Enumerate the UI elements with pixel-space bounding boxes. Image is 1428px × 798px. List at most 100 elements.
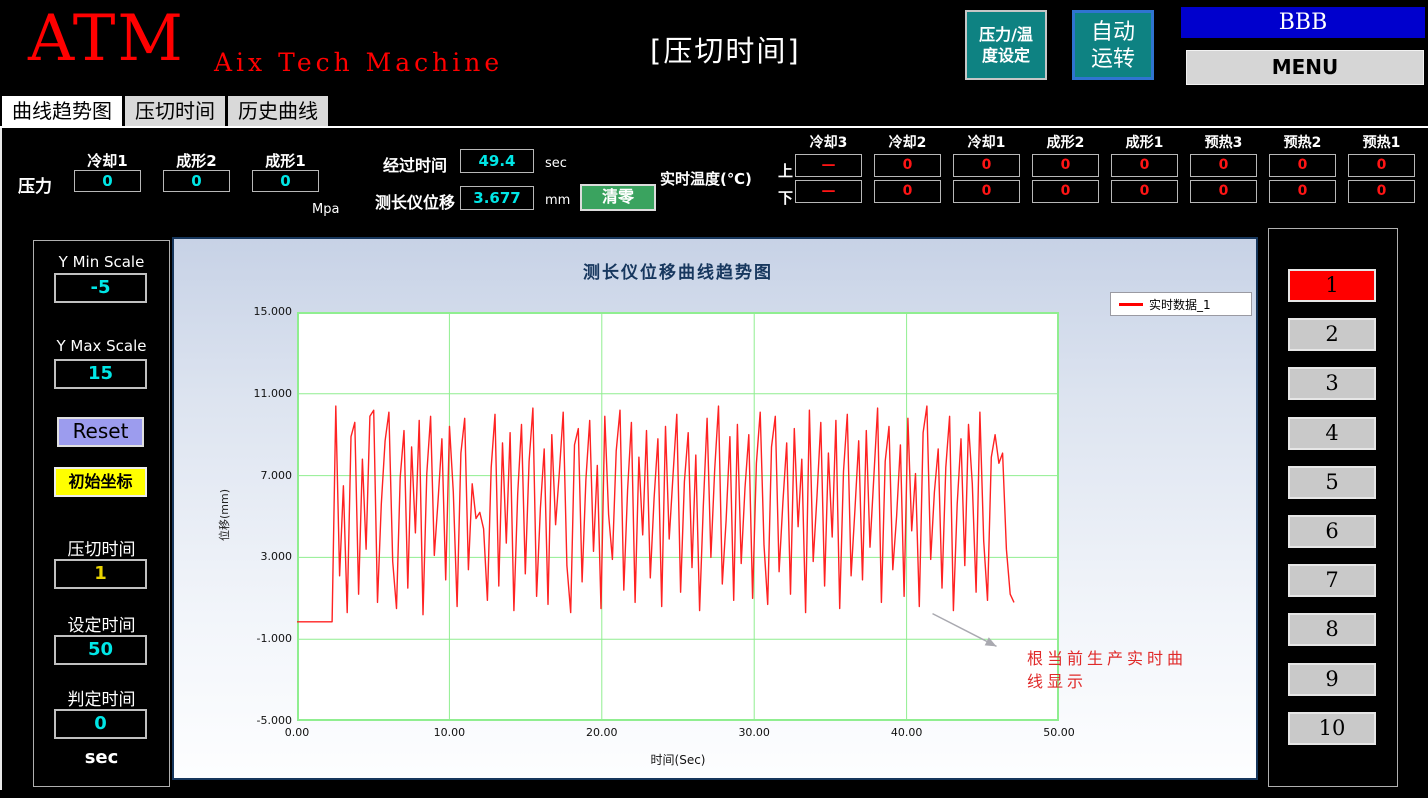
chart-annotation: 根当前生产实时曲 线显示 <box>1027 647 1227 693</box>
temp-column-label: 冷却2 <box>874 132 941 151</box>
auto-run-button[interactable]: 自动 运转 <box>1072 10 1154 80</box>
tab-history-curve[interactable]: 历史曲线 <box>228 96 328 126</box>
temp-top-field: 0 <box>1348 154 1415 177</box>
temperature-table: 冷却3——冷却200冷却100成形200成形100预热300预热200预热100 <box>795 132 1415 203</box>
temp-top-field: 0 <box>1269 154 1336 177</box>
temp-top-field: 0 <box>1190 154 1257 177</box>
curve-select-button-2[interactable]: 2 <box>1288 318 1376 351</box>
temp-column: 冷却200 <box>874 132 941 203</box>
temp-column-label: 预热3 <box>1190 132 1257 151</box>
chart-legend: 实时数据_1 <box>1110 292 1252 316</box>
pressure-field-label: 冷却1 <box>74 150 141 168</box>
set-time-label: 设定时间 <box>34 611 169 636</box>
tab-press-cut-time[interactable]: 压切时间 <box>125 96 225 126</box>
temp-top-field: 0 <box>1111 154 1178 177</box>
tab-bar: 曲线趋势图压切时间历史曲线 <box>2 96 328 126</box>
pressure-block: 压力 冷却10成形20成形10 <box>18 150 319 197</box>
reset-button[interactable]: Reset <box>57 417 144 447</box>
x-axis-title: 时间(Sec) <box>578 751 778 768</box>
bottom-strip <box>0 790 1428 798</box>
y-min-scale-field[interactable]: -5 <box>54 273 147 303</box>
curve-select-button-1[interactable]: 1 <box>1288 269 1376 302</box>
temp-column-label: 冷却1 <box>953 132 1020 151</box>
seconds-unit-label: sec <box>34 747 169 768</box>
bbb-button[interactable]: BBB <box>1181 7 1425 38</box>
temp-column: 冷却100 <box>953 132 1020 203</box>
temp-bottom-field: — <box>795 180 862 203</box>
pressure-column: 成形10 <box>252 150 319 197</box>
displacement-unit: mm <box>545 193 570 208</box>
trend-chart-panel: 测长仪位移曲线趋势图 位移(mm) 时间(Sec) 实时数据_1 根当前生产实时… <box>172 237 1258 780</box>
temp-column-label: 预热1 <box>1348 132 1415 151</box>
temp-bottom-field: 0 <box>953 180 1020 203</box>
annotation-line1: 根当前生产实时曲 <box>1027 647 1227 670</box>
temp-bottom-field: 0 <box>1032 180 1099 203</box>
temp-column: 预热200 <box>1269 132 1336 203</box>
temp-bottom-field: 0 <box>1269 180 1336 203</box>
temp-top-field: 0 <box>874 154 941 177</box>
curve-select-button-4[interactable]: 4 <box>1288 417 1376 450</box>
pressure-value-field: 0 <box>252 170 319 192</box>
annotation-line2: 线显示 <box>1027 670 1227 693</box>
temp-column: 成形2 0 0 <box>1032 132 1099 203</box>
temp-column-label: 成形1 <box>1111 132 1178 151</box>
temp-row-top-label: 上 <box>778 160 793 181</box>
y-tick-label: 3.000 <box>230 550 292 563</box>
y-min-scale-label: Y Min Scale <box>34 253 169 271</box>
app-logo: ATM <box>28 2 185 76</box>
pressure-label: 压力 <box>18 172 52 197</box>
y-max-scale-field[interactable]: 15 <box>54 359 147 389</box>
pressure-value-field: 0 <box>74 170 141 192</box>
x-tick-label: 40.00 <box>879 726 935 739</box>
elapsed-time-field: 49.4 <box>460 149 534 173</box>
pressure-value-field: 0 <box>163 170 230 192</box>
judge-time-field: 0 <box>54 709 147 739</box>
curve-select-button-9[interactable]: 9 <box>1288 663 1376 696</box>
y-tick-label: -5.000 <box>230 714 292 727</box>
curve-select-button-10[interactable]: 10 <box>1288 712 1376 745</box>
auto-run-label-line2: 运转 <box>1075 46 1151 73</box>
pressure-temp-settings-label-line2: 度设定 <box>967 45 1045 66</box>
auto-run-label-line1: 自动 <box>1075 19 1151 46</box>
curve-select-panel: 1 2 3 4 5 6 7 8 9 10 <box>1268 228 1398 787</box>
temp-bottom-field: 0 <box>1348 180 1415 203</box>
tab-strip-underline <box>0 126 1428 128</box>
app-logo-subtitle: Aix Tech Machine <box>214 48 503 77</box>
content-left-border <box>0 128 2 790</box>
curve-select-button-8[interactable]: 8 <box>1288 613 1376 646</box>
pressure-field-label: 成形1 <box>252 150 319 168</box>
legend-line-swatch <box>1119 303 1143 306</box>
legend-label: 实时数据_1 <box>1149 296 1211 313</box>
curve-select-button-3[interactable]: 3 <box>1288 367 1376 400</box>
y-max-scale-label: Y Max Scale <box>34 337 169 355</box>
curve-select-button-5[interactable]: 5 <box>1288 466 1376 499</box>
elapsed-time-unit: sec <box>545 156 567 171</box>
tab-trend-chart[interactable]: 曲线趋势图 <box>2 96 122 126</box>
pressure-field-label: 成形2 <box>163 150 230 168</box>
temp-column-label: 成形2 <box>1032 132 1099 151</box>
pressure-column: 冷却10 <box>74 150 141 197</box>
menu-button[interactable]: MENU <box>1186 50 1424 85</box>
left-control-panel: Y Min Scale -5 Y Max Scale 15 Reset 初始坐标… <box>33 240 170 787</box>
y-tick-label: 7.000 <box>230 469 292 482</box>
pressure-unit: Mpa <box>312 202 339 217</box>
realtime-temperature-label: 实时温度(℃) <box>660 168 752 189</box>
clear-zero-button[interactable]: 清零 <box>580 184 656 211</box>
x-tick-label: 10.00 <box>421 726 477 739</box>
pressure-temp-settings-label-line1: 压力/温 <box>967 24 1045 45</box>
temp-column: 冷却3—— <box>795 132 862 203</box>
temp-bottom-field: 0 <box>1190 180 1257 203</box>
initial-coordinates-button[interactable]: 初始坐标 <box>54 467 147 497</box>
temp-column: 预热1 0 0 <box>1348 132 1415 203</box>
y-tick-label: 15.000 <box>230 305 292 318</box>
elapsed-time-label: 经过时间 <box>383 152 447 176</box>
curve-select-button-7[interactable]: 7 <box>1288 564 1376 597</box>
temp-column: 成形1 0 0 <box>1111 132 1178 203</box>
temp-bottom-field: 0 <box>1111 180 1178 203</box>
temp-column: 预热3 0 0 <box>1190 132 1257 203</box>
judge-time-label: 判定时间 <box>34 685 169 710</box>
set-time-field[interactable]: 50 <box>54 635 147 665</box>
curve-select-button-6[interactable]: 6 <box>1288 515 1376 548</box>
temp-top-field: 0 <box>1032 154 1099 177</box>
pressure-temp-settings-button[interactable]: 压力/温 度设定 <box>965 10 1047 80</box>
